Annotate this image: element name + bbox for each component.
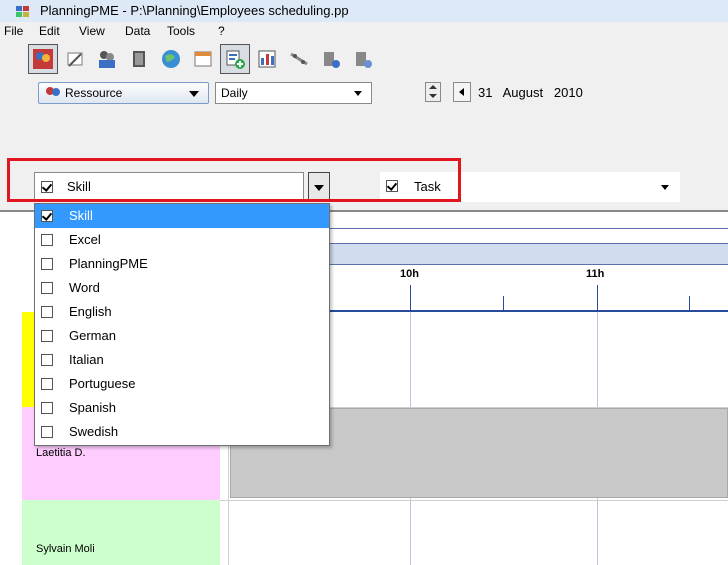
globe-icon: [162, 50, 180, 68]
menu-file[interactable]: File: [4, 24, 23, 38]
resources-icon: [33, 49, 53, 69]
menu-edit[interactable]: Edit: [39, 24, 60, 38]
checkbox[interactable]: [41, 378, 53, 390]
dropdown-item-swedish[interactable]: Swedish: [35, 420, 329, 444]
checkbox[interactable]: [41, 402, 53, 414]
add-task-button[interactable]: [220, 44, 250, 74]
checkbox[interactable]: [41, 282, 53, 294]
chevron-down-icon: [189, 91, 199, 97]
link-icon: [290, 52, 308, 66]
dropdown-item-excel[interactable]: Excel: [35, 228, 329, 252]
person-button[interactable]: [348, 44, 378, 74]
dropdown-item-label: Word: [69, 280, 100, 295]
hour-label: 11h: [586, 268, 605, 280]
link-button[interactable]: [284, 44, 314, 74]
hour-label: 10h: [400, 268, 419, 280]
globe-button[interactable]: [156, 44, 186, 74]
title-bar: PlanningPME - P:\Planning\Employees sche…: [0, 0, 728, 22]
current-date: 31 August 2010: [478, 85, 583, 100]
previous-date-button[interactable]: [453, 82, 471, 102]
resources-button[interactable]: [28, 44, 58, 74]
dropdown-item-label: German: [69, 328, 116, 343]
dropdown-item-label: Portuguese: [69, 376, 136, 391]
dropdown-item-word[interactable]: Word: [35, 276, 329, 300]
half-hour-tick: [689, 296, 690, 311]
notes-icon: [67, 52, 83, 67]
checkbox[interactable]: [41, 330, 53, 342]
calendar-icon: [194, 51, 212, 67]
dropdown-item-label: Spanish: [69, 400, 116, 415]
hour-tick: [597, 285, 598, 311]
dropdown-item-portuguese[interactable]: Portuguese: [35, 372, 329, 396]
highlight-box: [7, 158, 461, 202]
resource-cell[interactable]: Sylvain Moli: [22, 500, 220, 565]
spin-up-icon[interactable]: [429, 85, 437, 89]
calendar-button[interactable]: [188, 44, 218, 74]
dropdown-item-label: Skill: [69, 208, 93, 223]
dropdown-item-label: Swedish: [69, 424, 119, 439]
chart-icon: [258, 50, 276, 68]
people-button[interactable]: [316, 44, 346, 74]
add-task-icon: [226, 50, 245, 69]
arrow-left-icon: [459, 88, 464, 96]
date-year: 2010: [553, 85, 583, 100]
dropdown-item-label: Excel: [69, 232, 101, 247]
book-icon: [133, 51, 145, 67]
chevron-down-icon: [354, 91, 362, 96]
half-hour-tick: [503, 296, 504, 311]
dropdown-item-english[interactable]: English: [35, 300, 329, 324]
app-icon: [16, 4, 30, 18]
checkbox[interactable]: [41, 210, 53, 222]
menu-view[interactable]: View: [79, 24, 105, 38]
resource-name: Laetitia D.: [36, 447, 86, 459]
date-spinner[interactable]: [425, 82, 441, 102]
people-icon: [324, 52, 340, 68]
notes-button[interactable]: [60, 44, 90, 74]
view-mode-select[interactable]: Daily: [215, 82, 372, 104]
dropdown-item-label: PlanningPME: [69, 256, 148, 271]
book-button[interactable]: [124, 44, 154, 74]
date-day: 31: [478, 85, 493, 100]
dropdown-item-planningpme[interactable]: PlanningPME: [35, 252, 329, 276]
chevron-down-icon[interactable]: [661, 185, 669, 190]
resource-name: Sylvain Moli: [36, 543, 95, 555]
dropdown-item-spanish[interactable]: Spanish: [35, 396, 329, 420]
date-month: August: [502, 85, 544, 100]
menu-help[interactable]: ?: [218, 24, 225, 38]
checkbox[interactable]: [41, 234, 53, 246]
checkbox[interactable]: [41, 258, 53, 270]
users-icon: [99, 51, 115, 68]
dropdown-item-skill[interactable]: Skill: [35, 204, 329, 228]
menu-bar: File Edit View Data Tools ?: [0, 22, 728, 40]
menu-tools[interactable]: Tools: [167, 24, 195, 38]
dropdown-item-german[interactable]: German: [35, 324, 329, 348]
window-title: PlanningPME - P:\Planning\Employees sche…: [40, 3, 349, 18]
view-mode-value: Daily: [221, 86, 248, 100]
person-icon: [356, 52, 372, 68]
checkbox[interactable]: [41, 354, 53, 366]
menu-data[interactable]: Data: [125, 24, 150, 38]
dropdown-item-label: Italian: [69, 352, 104, 367]
resource-icon: [44, 86, 62, 100]
checkbox[interactable]: [41, 306, 53, 318]
users-button[interactable]: [92, 44, 122, 74]
hour-tick: [410, 285, 411, 311]
dropdown-item-label: English: [69, 304, 112, 319]
chart-button[interactable]: [252, 44, 282, 74]
checkbox[interactable]: [41, 426, 53, 438]
skill-dropdown-list: Skill Excel PlanningPME Word English Ger…: [34, 203, 330, 446]
resource-button-label: Ressource: [65, 86, 123, 100]
resource-button[interactable]: Ressource: [38, 82, 209, 104]
dropdown-item-italian[interactable]: Italian: [35, 348, 329, 372]
spin-down-icon[interactable]: [429, 94, 437, 98]
row-divider: [220, 500, 728, 501]
